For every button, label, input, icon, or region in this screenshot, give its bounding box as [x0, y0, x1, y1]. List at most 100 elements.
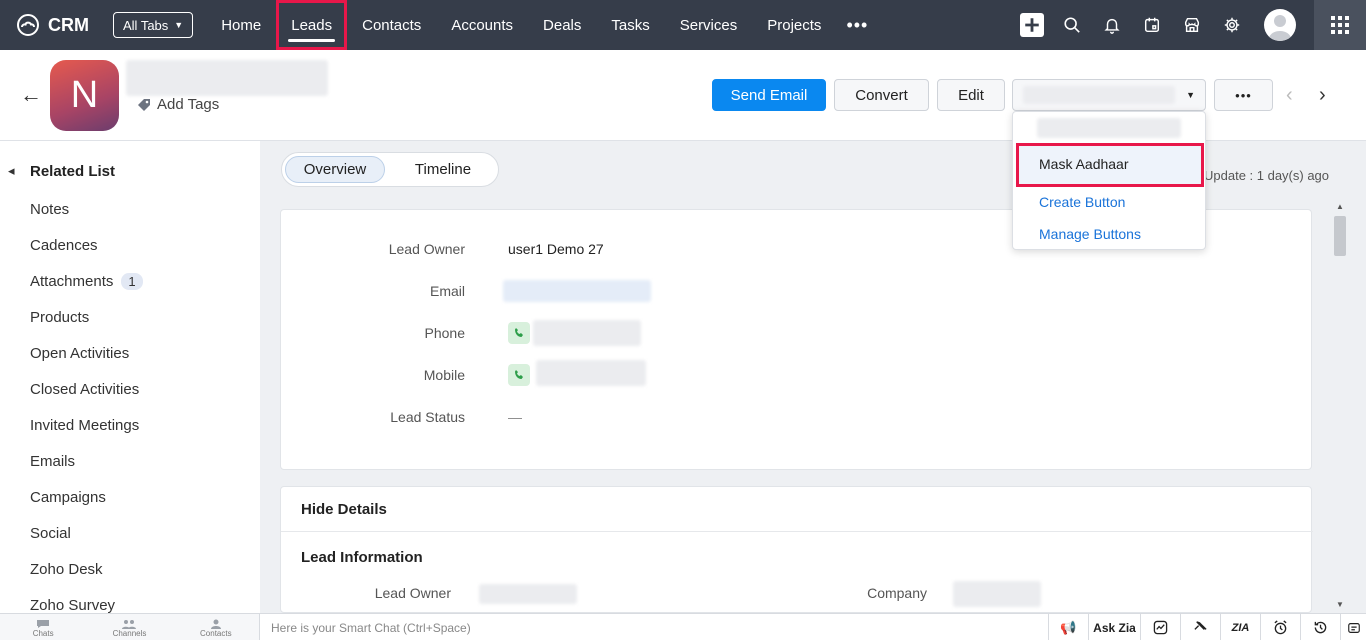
gear-icon — [1224, 17, 1240, 33]
more-tabs-button[interactable]: ••• — [836, 15, 878, 36]
marketplace-button[interactable] — [1172, 0, 1212, 50]
menu-item-create-button[interactable]: Create Button — [1039, 194, 1125, 210]
feedback-icon[interactable] — [1340, 614, 1366, 640]
pin-icon[interactable] — [1180, 614, 1220, 640]
sidebar-item-label: Emails — [30, 453, 76, 470]
send-email-button[interactable]: Send Email — [712, 79, 826, 111]
sidebar-item-campaigns[interactable]: Campaigns — [30, 489, 106, 506]
sidebar-item-open-activities[interactable]: Open Activities — [30, 345, 129, 362]
sidebar-item-notes[interactable]: Notes — [30, 201, 69, 218]
zia-insights-icon[interactable] — [1140, 614, 1180, 640]
bottom-tab-contacts[interactable]: Contacts — [173, 614, 259, 640]
nav-tab-accounts[interactable]: Accounts — [436, 0, 528, 50]
tab-timeline[interactable]: Timeline — [388, 156, 498, 183]
crm-logo[interactable]: CRM — [16, 13, 89, 37]
lead-owner-value[interactable]: user1 Demo 27 — [508, 241, 604, 257]
mobile-call-icon[interactable] — [508, 364, 530, 386]
main-scrollbar[interactable]: ▲ ▼ — [1330, 200, 1350, 613]
lead-status-value[interactable]: — — [508, 409, 522, 425]
bottom-bar: Chats Channels Contacts Here is your Sma… — [0, 613, 1366, 640]
sidebar-item-closed-activities[interactable]: Closed Activities — [30, 381, 139, 398]
more-actions-button[interactable]: ••• — [1214, 79, 1273, 111]
menu-item-manage-buttons[interactable]: Manage Buttons — [1039, 226, 1141, 242]
history-icon[interactable] — [1300, 614, 1340, 640]
phone-call-icon[interactable] — [508, 322, 530, 344]
notifications-button[interactable] — [1092, 0, 1132, 50]
nav-actions — [1012, 0, 1366, 50]
sidebar-item-label: Open Activities — [30, 345, 130, 362]
search-button[interactable] — [1052, 0, 1092, 50]
settings-button[interactable] — [1212, 0, 1252, 50]
top-nav-bar: CRM All Tabs ▼ Home Leads Contacts Accou… — [0, 0, 1366, 50]
next-record-icon[interactable]: › — [1319, 84, 1326, 107]
dropdown-label-redacted — [1023, 86, 1175, 104]
sidebar-item-label: Notes — [30, 201, 70, 218]
tab-overview[interactable]: Overview — [285, 156, 385, 183]
record-avatar: N — [50, 60, 119, 131]
hide-details-toggle[interactable]: Hide Details — [301, 501, 387, 518]
custom-action-dropdown[interactable]: ▼ — [1012, 79, 1206, 111]
menu-item-mask-aadhaar[interactable]: Mask Aadhaar — [1039, 156, 1129, 172]
bottom-tab-chats[interactable]: Chats — [0, 614, 86, 640]
nav-tab-deals[interactable]: Deals — [528, 0, 596, 50]
channels-icon — [122, 620, 137, 629]
mobile-value-redacted — [536, 360, 646, 386]
sidebar-item-label: Cadences — [30, 237, 98, 254]
record-name-redacted — [126, 60, 328, 96]
sidebar-item-invited-meetings[interactable]: Invited Meetings — [30, 417, 139, 434]
bottom-tabs: Chats Channels Contacts — [0, 614, 260, 640]
calendar-button[interactable] — [1132, 0, 1172, 50]
nav-tab-leads[interactable]: Leads — [276, 0, 348, 50]
menu-item-redacted — [1037, 118, 1181, 138]
scroll-thumb[interactable] — [1334, 216, 1346, 256]
related-list-title: Related List — [30, 163, 116, 180]
bottom-tab-channels[interactable]: Channels — [86, 614, 172, 640]
sidebar-item-products[interactable]: Products — [30, 309, 89, 326]
all-tabs-label: All Tabs — [123, 17, 169, 33]
mobile-label: Mobile — [423, 367, 465, 383]
convert-button[interactable]: Convert — [834, 79, 929, 111]
nav-tab-tasks[interactable]: Tasks — [596, 0, 664, 50]
detail-lead-owner-label: Lead Owner — [374, 585, 451, 601]
divider — [281, 531, 1313, 532]
sidebar-item-emails[interactable]: Emails — [30, 453, 75, 470]
create-new-button[interactable] — [1012, 0, 1052, 50]
edit-button[interactable]: Edit — [937, 79, 1005, 111]
sidebar-item-attachments[interactable]: Attachments 1 — [30, 273, 143, 290]
view-tabs: Overview Timeline — [281, 152, 499, 187]
contact-icon — [210, 619, 221, 629]
phone-value-redacted — [533, 320, 641, 346]
sidebar-item-zoho-desk[interactable]: Zoho Desk — [30, 561, 103, 578]
scroll-up-icon[interactable]: ▲ — [1336, 202, 1344, 211]
sidebar-item-zoho-survey[interactable]: Zoho Survey — [30, 597, 115, 614]
calendar-icon — [1144, 17, 1160, 33]
caret-down-icon: ▼ — [1186, 90, 1195, 100]
zia-icon[interactable]: ZIA — [1220, 614, 1260, 640]
sidebar-item-social[interactable]: Social — [30, 525, 71, 542]
previous-record-icon[interactable]: ‹ — [1286, 84, 1293, 107]
scroll-down-icon[interactable]: ▼ — [1336, 600, 1344, 609]
nav-tab-services[interactable]: Services — [665, 0, 753, 50]
add-tags-button[interactable]: Add Tags — [136, 96, 219, 113]
back-arrow-icon[interactable]: ← — [20, 82, 42, 108]
company-label: Company — [867, 585, 927, 601]
collapse-sidebar-icon[interactable]: ◂ — [8, 163, 15, 179]
add-tags-label: Add Tags — [157, 96, 220, 113]
sidebar-item-cadences[interactable]: Cadences — [30, 237, 98, 254]
apps-grid-button[interactable] — [1314, 0, 1366, 50]
alarm-clock-icon[interactable] — [1260, 614, 1300, 640]
nav-tab-contacts[interactable]: Contacts — [347, 0, 436, 50]
caret-down-icon: ▼ — [174, 20, 184, 30]
ask-zia-button[interactable]: Ask Zia — [1088, 614, 1140, 640]
all-tabs-dropdown[interactable]: All Tabs ▼ — [113, 12, 194, 38]
plus-icon — [1020, 13, 1044, 37]
bottom-tab-label: Channels — [112, 629, 147, 638]
custom-buttons-menu: Mask Aadhaar Create Button Manage Button… — [1012, 111, 1206, 250]
nav-tab-projects[interactable]: Projects — [752, 0, 836, 50]
nav-tabs: Home Leads Contacts Accounts Deals Tasks… — [206, 0, 878, 50]
smart-chat-input[interactable]: Here is your Smart Chat (Ctrl+Space) — [271, 621, 471, 635]
brand-label: CRM — [48, 14, 89, 35]
megaphone-icon[interactable]: 📢 — [1048, 614, 1088, 640]
nav-tab-home[interactable]: Home — [206, 0, 276, 50]
user-avatar[interactable] — [1264, 9, 1296, 41]
